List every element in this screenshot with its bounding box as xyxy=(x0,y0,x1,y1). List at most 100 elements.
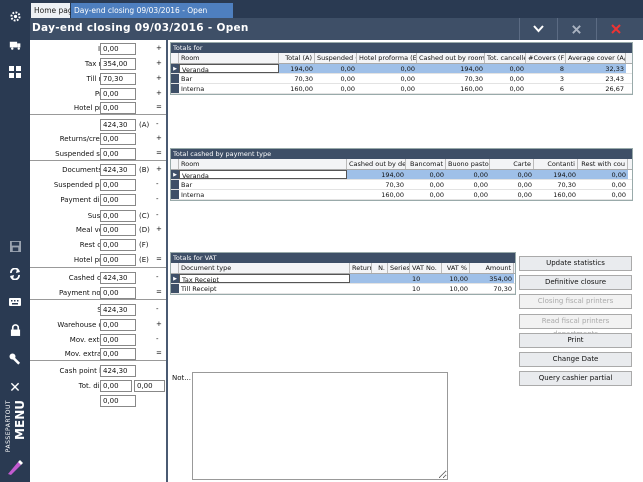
truck-icon[interactable] xyxy=(0,33,30,57)
field-value-secondary[interactable]: 0,00 xyxy=(134,380,165,392)
tab-day-end-closing[interactable]: Day-end closing 09/03/2016 - Open xyxy=(71,3,233,18)
print-button[interactable]: Print xyxy=(519,333,632,348)
field-value[interactable]: 0,00 xyxy=(100,102,136,114)
field-value[interactable]: 0,00 xyxy=(100,380,132,392)
column-header[interactable]: Document type xyxy=(179,263,350,273)
field-tag: (C) xyxy=(139,212,150,220)
update-statistics-button[interactable]: Update statistics xyxy=(519,256,632,271)
column-header[interactable]: Cashed out by room xyxy=(417,53,485,63)
table-cell xyxy=(372,284,388,293)
tab-home[interactable]: Home page xyxy=(31,3,77,18)
field-value[interactable]: 0,00 xyxy=(100,179,136,191)
header-indicator xyxy=(171,159,179,169)
query-cashier-partial-button[interactable]: Query cashier partial xyxy=(519,371,632,386)
column-header[interactable]: Amount xyxy=(470,263,514,273)
payment-type-grid: Total cashed by payment type Room Cashed o… xyxy=(170,148,633,201)
notes-textarea[interactable] xyxy=(192,372,448,480)
table-row[interactable]: ▶ Veranda 194,00 0,00 0,00 0,00 194,00 0,00 xyxy=(171,170,632,180)
field-value[interactable]: 0,00 xyxy=(100,334,136,346)
read-fiscal-printers-button[interactable]: Read fiscal printers departments xyxy=(519,314,632,338)
column-header[interactable]: Suspended (C) xyxy=(315,53,357,63)
table-cell: 0,00 xyxy=(400,85,415,93)
column-header[interactable]: Carte xyxy=(490,159,534,169)
column-header[interactable]: Rest with cou xyxy=(578,159,628,169)
table-cell: 0,00 xyxy=(357,64,417,73)
save-icon[interactable] xyxy=(0,234,30,258)
table-row[interactable]: Till Receipt 10 10,00 70,30 xyxy=(171,284,515,294)
column-header[interactable]: VAT % xyxy=(442,263,470,273)
field-operator: + xyxy=(156,165,162,173)
table-cell: 0,00 xyxy=(611,191,626,199)
tools-button[interactable] xyxy=(557,18,595,40)
field-value[interactable]: 0,00 xyxy=(100,224,136,236)
column-header[interactable]: Bancomat xyxy=(406,159,446,169)
field-value[interactable]: 424,30 xyxy=(100,164,136,176)
table-row[interactable]: Bar 70,30 0,00 0,00 0,00 70,30 0,00 xyxy=(171,180,632,190)
table-cell: 70,30 xyxy=(385,181,404,189)
field-value[interactable]: 0,00 xyxy=(100,210,136,222)
table-cell: 0,00 xyxy=(473,181,488,189)
table-cell: 0,00 xyxy=(340,75,355,83)
field-value[interactable]: 0,00 xyxy=(100,194,136,206)
field-value[interactable]: 354,00 xyxy=(100,58,136,70)
passepartout-logo: PASSEPARTOUT MENU xyxy=(2,398,28,476)
table-row[interactable]: Interna 160,00 0,00 0,00 0,00 160,00 0,00 xyxy=(171,190,632,200)
table-cell: 70,30 xyxy=(493,285,512,293)
field-value[interactable]: 0,00 xyxy=(100,319,136,331)
table-cell: Bar xyxy=(181,181,193,189)
field-value[interactable]: 0,00 xyxy=(100,88,136,100)
field-row: Returns/credit me... 0,00 + xyxy=(30,133,166,146)
field-value[interactable]: 424,30 xyxy=(100,119,136,131)
column-header[interactable]: Room xyxy=(179,159,347,169)
column-header[interactable]: #Covers (F) xyxy=(526,53,566,63)
wrench-icon[interactable] xyxy=(0,347,30,371)
field-value[interactable]: 0,00 xyxy=(100,287,136,299)
field-value[interactable]: 0,00 xyxy=(100,133,136,145)
column-header[interactable]: Hotel proforma (E) xyxy=(357,53,417,63)
column-header[interactable]: N. xyxy=(372,263,388,273)
column-header[interactable]: Cashed out by depar xyxy=(347,159,406,169)
table-cell: 160,00 xyxy=(553,191,576,199)
field-value[interactable]: 424,30 xyxy=(100,304,136,316)
close-button[interactable] xyxy=(596,18,634,40)
field-value[interactable]: 0,00 xyxy=(100,148,136,160)
field-value[interactable]: 0,00 xyxy=(100,239,136,251)
column-header[interactable]: Average cover (A/F) xyxy=(566,53,626,63)
field-value[interactable]: 0,00 xyxy=(100,395,136,407)
column-header[interactable]: Series xyxy=(388,263,410,273)
keyboard-icon[interactable] xyxy=(0,290,30,314)
definitive-closure-button[interactable]: Definitive closure xyxy=(519,275,632,290)
column-header[interactable]: Total (A) xyxy=(279,53,315,63)
gear-icon[interactable] xyxy=(0,4,30,28)
field-value[interactable]: 70,30 xyxy=(100,73,136,85)
column-header[interactable]: Contanti xyxy=(534,159,578,169)
field-row: Payment discounts: 0,00- xyxy=(30,194,166,207)
field-value[interactable]: 0,00 xyxy=(100,348,136,360)
table-row[interactable]: Bar 70,30 0,00 0,00 70,30 0,00 3 23,43 xyxy=(171,74,632,84)
column-header[interactable]: Buono pasto xyxy=(446,159,490,169)
table-row[interactable]: ▶ Tax Receipt 10 10,00 354,00 xyxy=(171,274,515,284)
change-date-button[interactable]: Change Date xyxy=(519,352,632,367)
field-value[interactable]: 424,30 xyxy=(100,272,136,284)
field-value[interactable]: 0,00 xyxy=(100,43,136,55)
row-indicator: ▶ xyxy=(171,64,179,73)
brand-small: PASSEPARTOUT xyxy=(5,400,12,453)
table-cell: Interna xyxy=(181,85,205,93)
column-header[interactable]: Room xyxy=(179,53,279,63)
field-value[interactable]: 424,30 xyxy=(100,365,136,377)
column-header[interactable]: Tot. cancelled xyxy=(485,53,526,63)
table-row[interactable]: Interna 160,00 0,00 0,00 160,00 0,00 6 26,67 xyxy=(171,84,632,94)
table-cell: 0,00 xyxy=(473,191,488,199)
table-row[interactable]: ▶ Veranda 194,00 0,00 0,00 194,00 0,00 8 32,33 xyxy=(171,64,632,74)
field-value[interactable]: 0,00 xyxy=(100,254,136,266)
column-header[interactable]: Return xyxy=(350,263,372,273)
dashboard-icon[interactable] xyxy=(0,60,30,84)
close-icon[interactable]: ✕ xyxy=(0,376,30,400)
closing-fiscal-printers-button[interactable]: Closing fiscal printers xyxy=(519,294,632,309)
chevron-down-button[interactable] xyxy=(519,18,557,40)
lock-icon[interactable] xyxy=(0,318,30,342)
row-indicator xyxy=(171,284,179,293)
column-header[interactable]: VAT No. xyxy=(410,263,442,273)
table-cell: 10 xyxy=(412,285,421,293)
refresh-icon[interactable] xyxy=(0,262,30,286)
